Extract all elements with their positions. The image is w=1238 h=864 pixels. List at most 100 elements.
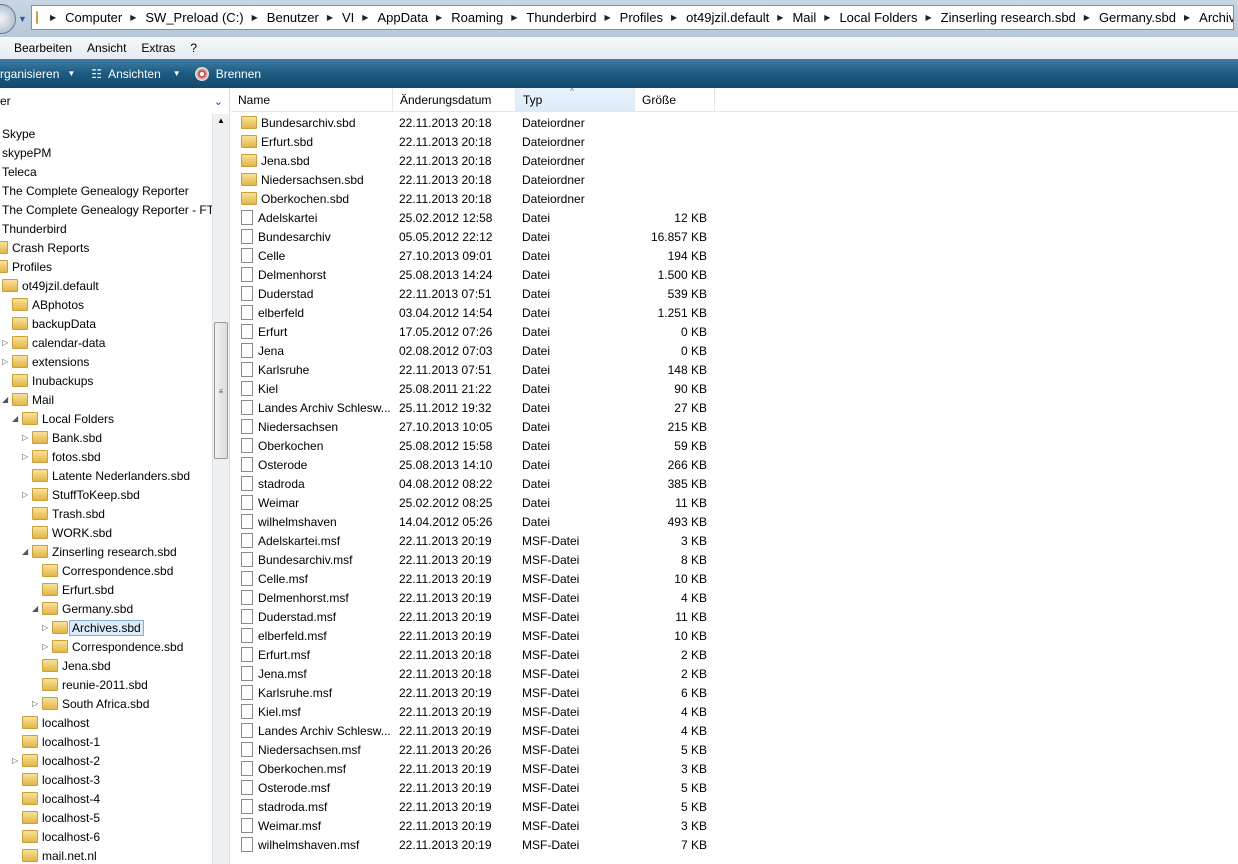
expanded-arrow-icon[interactable]: ◢ [2, 395, 12, 404]
file-row[interactable]: Bundesarchiv.msf 22.11.2013 20:19 MSF-Date… [231, 550, 715, 569]
breadcrumb-arrow-icon[interactable]: ▶ [50, 13, 56, 22]
tree-item[interactable]: ▷ StuffToKeep.sbd [22, 485, 140, 504]
file-row[interactable]: Erfurt 17.05.2012 07:26 Datei 0 KB [231, 322, 715, 341]
breadcrumb-item[interactable]: AppData [377, 10, 428, 25]
views-button[interactable]: ☷ Ansichten ▼ [91, 67, 180, 81]
breadcrumb-arrow-icon[interactable]: ▶ [327, 13, 333, 22]
file-row[interactable]: Celle.msf 22.11.2013 20:19 MSF-Datei 10 KB [231, 569, 715, 588]
column-name[interactable]: Name [231, 88, 393, 112]
breadcrumb-item[interactable]: Local Folders [839, 10, 917, 25]
file-row[interactable]: Osterode.msf 22.11.2013 20:19 MSF-Datei 5 K… [231, 778, 715, 797]
file-row[interactable]: Weimar.msf 22.11.2013 20:19 MSF-Datei 3 KB [231, 816, 715, 835]
back-button[interactable] [0, 4, 16, 34]
file-row[interactable]: Jena.msf 22.11.2013 20:18 MSF-Datei 2 KB [231, 664, 715, 683]
file-row[interactable]: Bundesarchiv.sbd 22.11.2013 20:18 Dateiord… [231, 113, 715, 132]
breadcrumb-arrow-icon[interactable]: ▶ [511, 13, 517, 22]
menu-ansicht[interactable]: Ansicht [87, 41, 126, 55]
tree-item[interactable]: Teleca [0, 162, 37, 181]
tree-item[interactable]: Inubackups [12, 371, 93, 390]
tree-item[interactable]: The Complete Genealogy Reporter - FTE [0, 200, 222, 219]
menu-extras[interactable]: Extras [141, 41, 175, 55]
tree-item[interactable]: localhost-5 [22, 808, 100, 827]
tree-item[interactable]: ▷ extensions [2, 352, 89, 371]
tree-item[interactable]: ▷ Archives.sbd [42, 618, 144, 637]
breadcrumb-item[interactable]: Mail [792, 10, 816, 25]
tree-item[interactable]: Jena.sbd [42, 656, 111, 675]
tree-item[interactable]: ◢ ot49jzil.default [2, 276, 99, 295]
file-row[interactable]: Landes Archiv Schlesw... 25.11.2012 19:32… [231, 398, 715, 417]
breadcrumb-item[interactable]: Profiles [620, 10, 663, 25]
file-row[interactable]: Jena 02.08.2012 07:03 Datei 0 KB [231, 341, 715, 360]
breadcrumb-item[interactable]: Roaming [451, 10, 503, 25]
breadcrumb-arrow-icon[interactable]: ▶ [252, 13, 258, 22]
tree-item[interactable]: ▷ calendar-data [2, 333, 105, 352]
collapsed-arrow-icon[interactable]: ▷ [2, 338, 12, 347]
file-row[interactable]: Celle 27.10.2013 09:01 Datei 194 KB [231, 246, 715, 265]
file-row[interactable]: Oberkochen.sbd 22.11.2013 20:18 Dateiordne… [231, 189, 715, 208]
collapsed-arrow-icon[interactable]: ▷ [42, 623, 52, 632]
tree-header[interactable]: er ⌄ [0, 88, 229, 114]
breadcrumb-arrow-icon[interactable]: ▶ [362, 13, 368, 22]
file-row[interactable]: Duderstad.msf 22.11.2013 20:19 MSF-Datei 11… [231, 607, 715, 626]
tree-item[interactable]: The Complete Genealogy Reporter [0, 181, 189, 200]
tree-item[interactable]: ▷ South Africa.sbd [32, 694, 149, 713]
menu-help[interactable]: ? [190, 41, 197, 55]
breadcrumb-arrow-icon[interactable]: ▶ [1184, 13, 1190, 22]
breadcrumb-item[interactable]: SW_Preload (C:) [145, 10, 243, 25]
breadcrumb-arrow-icon[interactable]: ▶ [436, 13, 442, 22]
menu-bearbeiten[interactable]: Bearbeiten [14, 41, 72, 55]
file-row[interactable]: Kiel 25.08.2011 21:22 Datei 90 KB [231, 379, 715, 398]
breadcrumb-item[interactable]: Germany.sbd [1099, 10, 1176, 25]
tree-item[interactable]: ABphotos [12, 295, 84, 314]
breadcrumb-arrow-icon[interactable]: ▶ [671, 13, 677, 22]
breadcrumb-item[interactable]: Computer [65, 10, 122, 25]
tree-item[interactable]: ▷ Bank.sbd [22, 428, 102, 447]
file-row[interactable]: wilhelmshaven 14.04.2012 05:26 Datei 493 KB [231, 512, 715, 531]
collapsed-arrow-icon[interactable]: ▷ [22, 433, 32, 442]
tree-item[interactable]: Thunderbird [0, 219, 67, 238]
tree-item[interactable]: Erfurt.sbd [42, 580, 114, 599]
file-row[interactable]: Oberkochen 25.08.2012 15:58 Datei 59 KB [231, 436, 715, 455]
file-row[interactable]: elberfeld 03.04.2012 14:54 Datei 1.251 KB [231, 303, 715, 322]
breadcrumb-item[interactable]: Thunderbird [526, 10, 596, 25]
file-row[interactable]: Niedersachsen 27.10.2013 10:05 Datei 215 KB [231, 417, 715, 436]
tree-item[interactable]: localhost-1 [22, 732, 100, 751]
file-row[interactable]: Jena.sbd 22.11.2013 20:18 Dateiordner [231, 151, 715, 170]
tree-scrollbar[interactable]: ▲ ≡ [212, 114, 229, 864]
file-row[interactable]: Landes Archiv Schlesw... 22.11.2013 20:19… [231, 721, 715, 740]
expanded-arrow-icon[interactable]: ◢ [0, 281, 2, 290]
breadcrumb-item[interactable]: Archives.sbd [1199, 10, 1233, 25]
collapsed-arrow-icon[interactable]: ▷ [22, 452, 32, 461]
expanded-arrow-icon[interactable]: ◢ [22, 547, 32, 556]
tree-item[interactable]: Crash Reports [0, 238, 89, 257]
collapsed-arrow-icon[interactable]: ▷ [32, 699, 42, 708]
tree-item[interactable]: ▷ Correspondence.sbd [42, 637, 183, 656]
organize-button[interactable]: rganisieren ▼ [0, 67, 75, 81]
tree-item[interactable]: Correspondence.sbd [42, 561, 173, 580]
expanded-arrow-icon[interactable]: ◢ [12, 414, 22, 423]
tree-item[interactable]: skypePM [0, 143, 51, 162]
tree-item[interactable]: ◢ Mail [2, 390, 54, 409]
breadcrumb-item[interactable]: ot49jzil.default [686, 10, 769, 25]
tree-item[interactable]: ▷ localhost-2 [12, 751, 100, 770]
file-row[interactable]: Adelskartei 25.02.2012 12:58 Datei 12 KB [231, 208, 715, 227]
breadcrumb-arrow-icon[interactable]: ▶ [824, 13, 830, 22]
scrollbar-thumb[interactable]: ≡ [214, 322, 228, 459]
breadcrumb-arrow-icon[interactable]: ▶ [777, 13, 783, 22]
file-row[interactable]: Duderstad 22.11.2013 07:51 Datei 539 KB [231, 284, 715, 303]
tree-item[interactable]: localhost-3 [22, 770, 100, 789]
column-date[interactable]: Änderungsdatum [393, 88, 516, 112]
file-row[interactable]: Erfurt.msf 22.11.2013 20:18 MSF-Datei 2 KB [231, 645, 715, 664]
expanded-arrow-icon[interactable]: ◢ [32, 604, 42, 613]
file-row[interactable]: Karlsruhe 22.11.2013 07:51 Datei 148 KB [231, 360, 715, 379]
collapsed-arrow-icon[interactable]: ▷ [42, 642, 52, 651]
breadcrumb-item[interactable]: VI [342, 10, 354, 25]
column-size[interactable]: Größe [635, 88, 715, 112]
file-row[interactable]: Delmenhorst 25.08.2013 14:24 Datei 1.500 KB [231, 265, 715, 284]
file-row[interactable]: Karlsruhe.msf 22.11.2013 20:19 MSF-Datei 6 … [231, 683, 715, 702]
collapsed-arrow-icon[interactable]: ▷ [22, 490, 32, 499]
file-row[interactable]: wilhelmshaven.msf 22.11.2013 20:19 MSF-Dat… [231, 835, 715, 854]
chevron-down-icon[interactable]: ⌄ [214, 95, 223, 108]
file-row[interactable]: stadroda 04.08.2012 08:22 Datei 385 KB [231, 474, 715, 493]
file-row[interactable]: Weimar 25.02.2012 08:25 Datei 11 KB [231, 493, 715, 512]
